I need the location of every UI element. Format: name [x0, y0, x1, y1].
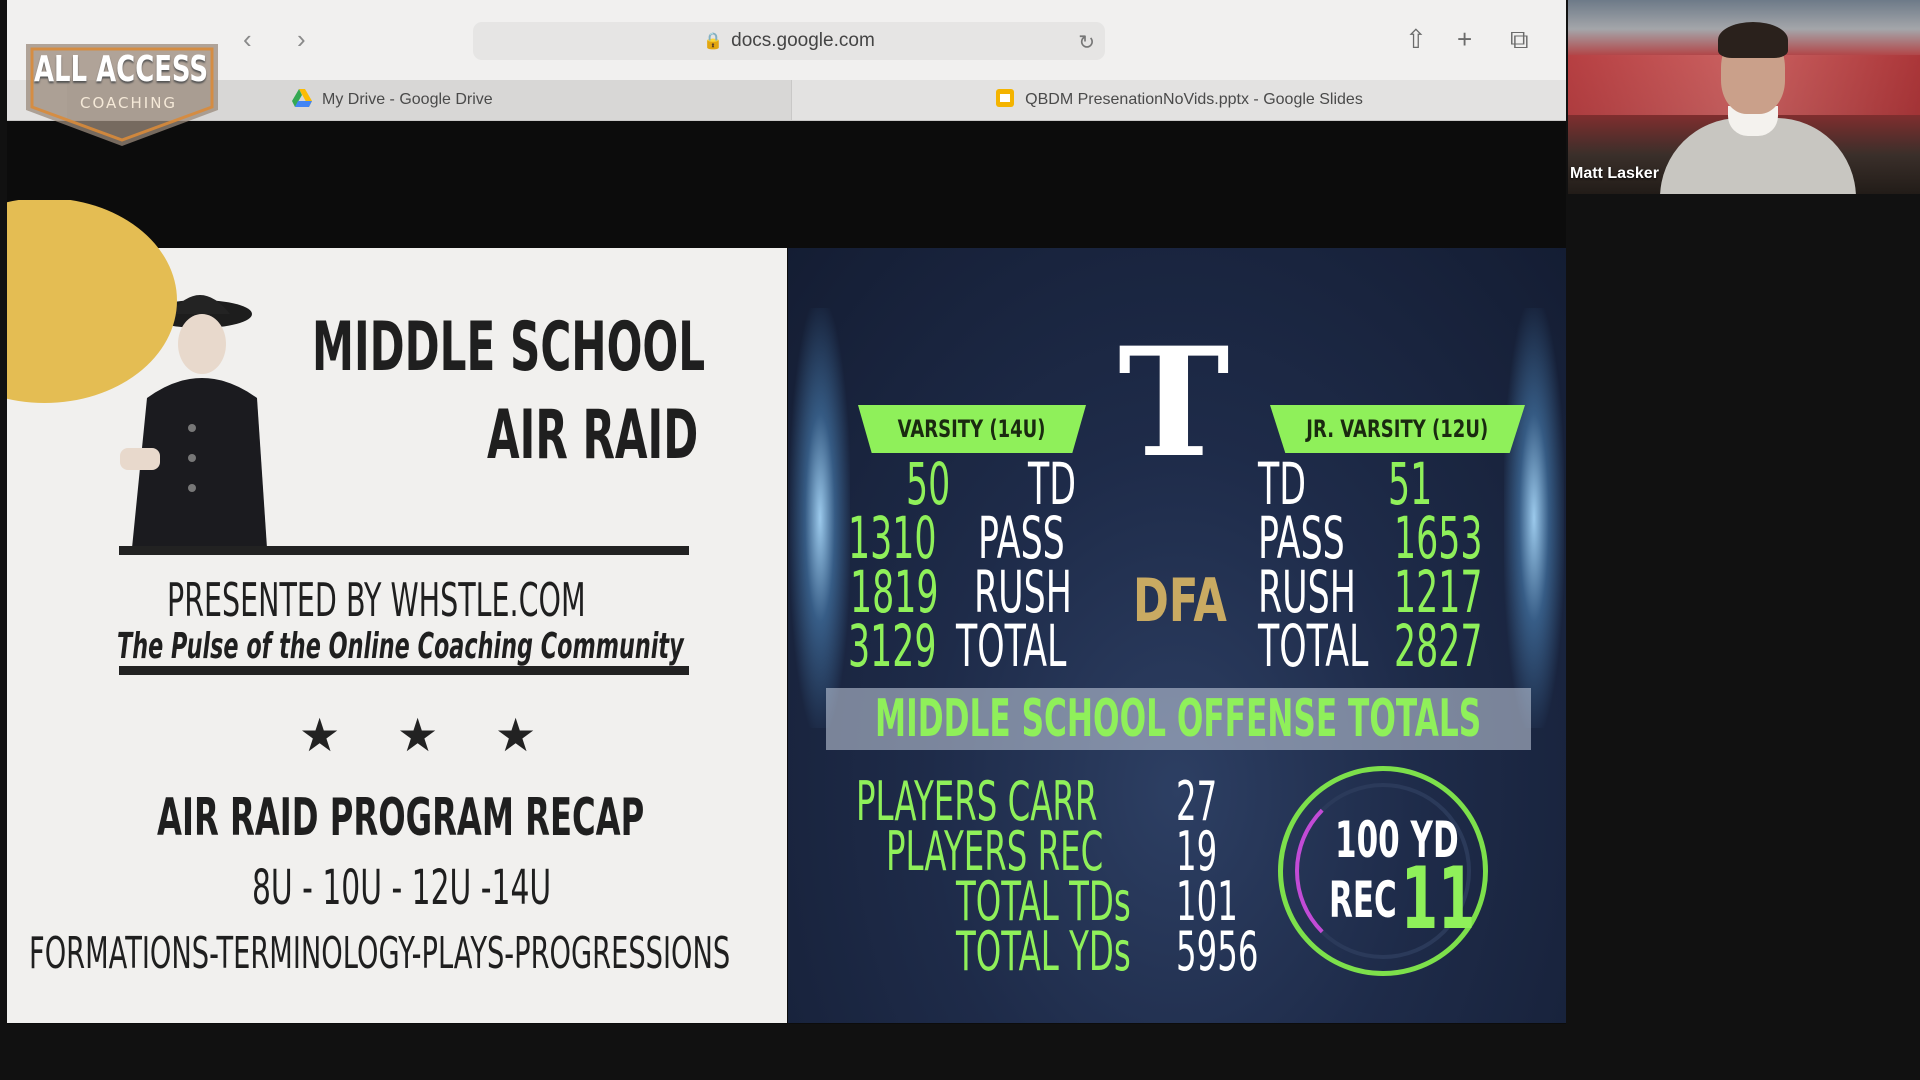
forward-button[interactable]: › — [297, 26, 306, 52]
offense-totals-title: MIDDLE SCHOOL OFFENSE TOTALS — [875, 689, 1482, 749]
varsity-stat-label: TOTAL — [956, 612, 1067, 680]
ring-count: 11 — [1401, 849, 1476, 949]
stadium-light — [790, 308, 850, 728]
address-bar[interactable]: 🔒 docs.google.com ↻ — [473, 22, 1105, 60]
stadium-light — [1504, 308, 1564, 728]
slide-title-line2: AIR RAID — [487, 396, 699, 475]
browser-toolbar: ‹ › 🔒 docs.google.com ↻ ⇧ + ⧉ — [7, 0, 1566, 80]
slide-right-panel: T DFA VARSITY (14U) JR. VARSITY (12U) 50… — [788, 248, 1566, 1023]
jv-stat-label: TOTAL — [1258, 612, 1369, 680]
center-logo-text: DFA — [1133, 566, 1227, 636]
divider — [119, 546, 689, 555]
varsity-stat-value: 3129 — [848, 612, 937, 680]
varsity-banner: VARSITY (14U) — [858, 405, 1086, 453]
tagline: The Pulse of the Online Coaching Communi… — [117, 626, 684, 667]
video-participant-tile[interactable]: Matt Lasker — [1568, 0, 1920, 194]
tab-bar: My Drive - Google Drive QBDM Presenation… — [7, 80, 1566, 121]
all-access-coaching-logo: ALL ACCESS COACHING — [22, 22, 222, 150]
divider — [119, 666, 689, 675]
offense-totals-banner: MIDDLE SCHOOL OFFENSE TOTALS — [826, 688, 1531, 750]
slide-left-panel: MIDDLE SCHOOL AIR RAID PRESENTED BY WHST… — [7, 200, 787, 1023]
topics-line: FORMATIONS-TERMINOLOGY-PLAYS-PROGRESSION… — [29, 928, 731, 979]
reload-icon[interactable]: ↻ — [1078, 30, 1095, 55]
browser-window: ‹ › 🔒 docs.google.com ↻ ⇧ + ⧉ My Drive -… — [7, 0, 1566, 1024]
ring-line2: REC — [1329, 871, 1397, 929]
new-tab-icon[interactable]: + — [1457, 24, 1472, 55]
receiver-ring-badge: 100 YD REC 11 — [1278, 766, 1488, 976]
star-rating: ★ ★ ★ — [299, 709, 559, 761]
offense-stat-label: TOTAL YDs — [956, 920, 1131, 983]
jv-stat-value: 2827 — [1394, 612, 1483, 680]
google-slides-icon — [995, 88, 1015, 113]
google-drive-icon — [292, 88, 312, 112]
tab-overview-icon[interactable]: ⧉ — [1510, 24, 1529, 56]
program-recap-heading: AIR RAID PROGRAM RECAP — [157, 788, 645, 848]
participant-name: Matt Lasker — [1570, 165, 1659, 182]
back-button[interactable]: ‹ — [243, 26, 252, 52]
share-icon[interactable]: ⇧ — [1405, 24, 1427, 55]
presented-by: PRESENTED BY WHSTLE.COM — [167, 573, 586, 627]
participant-hair — [1718, 22, 1788, 58]
age-groups: 8U - 10U - 12U -14U — [252, 860, 552, 916]
offense-stat-value: 5956 — [1176, 920, 1259, 983]
tab-label: My Drive - Google Drive — [322, 91, 493, 108]
lock-icon: 🔒 — [703, 33, 724, 50]
team-logo: T — [1118, 315, 1230, 491]
slide-title-line1: MIDDLE SCHOOL — [312, 308, 706, 387]
jv-banner: JR. VARSITY (12U) — [1270, 405, 1525, 453]
tab-label: QBDM PresenationNoVids.pptx - Google Sli… — [1025, 91, 1363, 108]
tab-google-slides[interactable]: QBDM PresenationNoVids.pptx - Google Sli… — [792, 80, 1566, 120]
address-text: docs.google.com — [731, 30, 875, 51]
presentation-slide: MIDDLE SCHOOL AIR RAID PRESENTED BY WHST… — [7, 200, 1566, 1023]
